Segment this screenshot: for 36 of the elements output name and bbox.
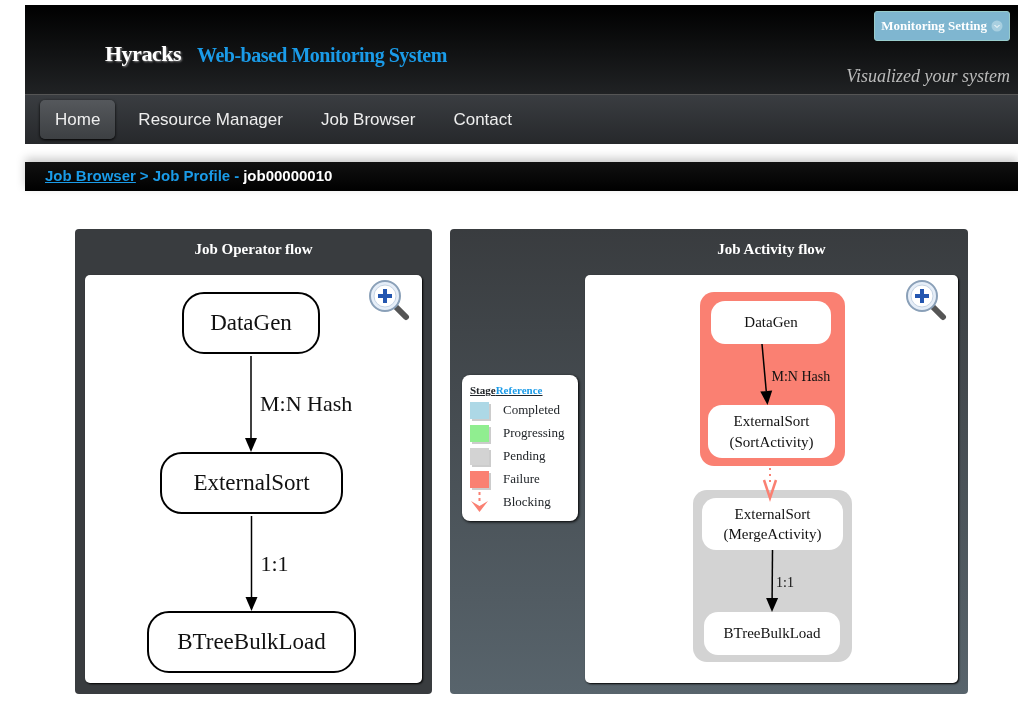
breadcrumb-separator: >	[139, 166, 149, 187]
flow-arrow	[760, 343, 773, 405]
brand-title: Hyracks	[105, 40, 181, 68]
legend-title: Stage	[470, 383, 496, 398]
panel-title: Job Activity flow	[717, 241, 826, 257]
nav-tab[interactable]: Job Browser	[305, 99, 431, 140]
zoom-in-icon[interactable]	[905, 279, 947, 321]
legend-label: Completed	[503, 401, 561, 420]
edge-label: M:N Hash	[771, 367, 831, 386]
caret-icon	[991, 19, 1003, 32]
legend-label: Blocking	[503, 493, 551, 512]
activity-node: BTreeBulkLoad	[704, 612, 840, 655]
nav-tab[interactable]: Home	[40, 99, 116, 140]
legend-label: Progressing	[503, 424, 565, 443]
legend-label: Failure	[503, 470, 540, 489]
nav-tab[interactable]: Resource Manager	[123, 99, 298, 140]
tagline: Visualized your system	[846, 65, 1010, 88]
panel-title: Job Operator flow	[194, 241, 313, 257]
legend-label: Pending	[503, 447, 546, 466]
edge-label: 1:1	[776, 574, 794, 592]
activity-node: ExternalSort (SortActivity)	[708, 405, 835, 458]
edge-label: M:N Hash	[260, 390, 353, 418]
breadcrumb-link[interactable]: Job Profile	[152, 165, 231, 188]
nav-tab[interactable]: Contact	[438, 99, 527, 140]
operator-node: ExternalSort	[160, 452, 343, 514]
breadcrumb-link[interactable]: Job Browser	[45, 165, 136, 188]
edge-label: 1:1	[260, 550, 289, 578]
flow-arrow	[766, 549, 779, 612]
activity-node: DataGen	[711, 301, 831, 344]
site-subtitle: Web-based Monitoring System	[197, 43, 447, 69]
job-id: job00000010	[243, 166, 333, 187]
activity-node: ExternalSort (MergeActivity)	[702, 498, 843, 550]
operator-node: DataGen	[182, 292, 320, 354]
operator-node: BTreeBulkLoad	[147, 611, 356, 673]
zoom-in-icon[interactable]	[368, 279, 410, 321]
breadcrumb-separator: -	[234, 166, 240, 187]
